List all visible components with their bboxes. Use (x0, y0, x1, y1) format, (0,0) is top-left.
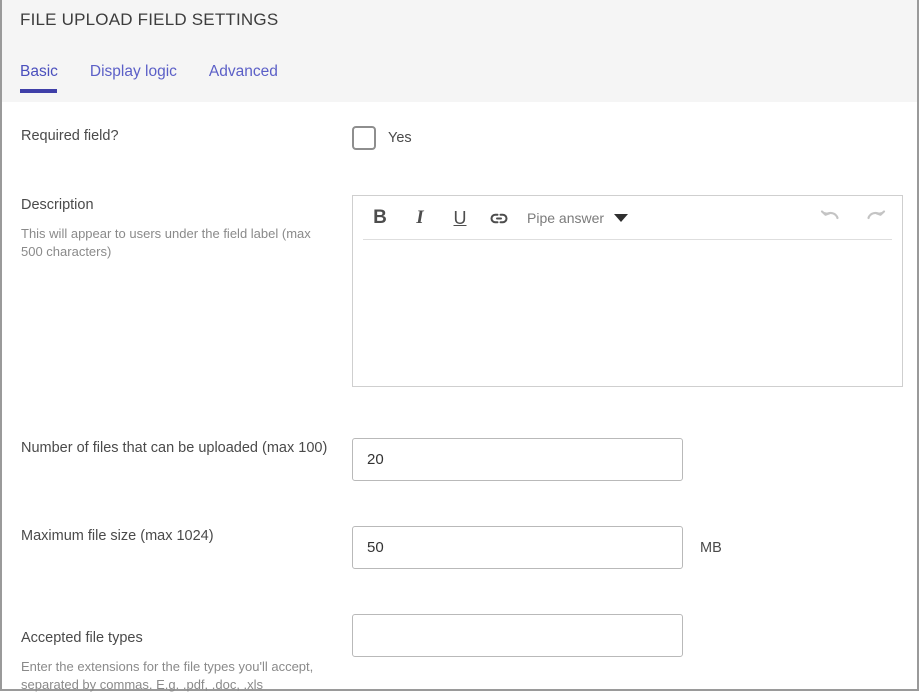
chevron-down-icon (614, 214, 629, 222)
settings-panel: FILE UPLOAD FIELD SETTINGS Basic Display… (0, 0, 919, 694)
row-maximum-file-size: Maximum file size (max 1024) MB (2, 526, 917, 569)
row-description: Description This will appear to users un… (2, 195, 917, 387)
italic-icon[interactable]: I (409, 207, 431, 229)
required-field-label-col: Required field? (21, 126, 352, 146)
row-accepted-file-types: Accepted file types Enter the extensions… (2, 614, 917, 694)
row-required-field: Required field? Yes (2, 126, 917, 150)
description-rich-text-editor[interactable]: B I U Pipe answer (352, 195, 903, 387)
pipe-answer-label: Pipe answer (527, 210, 605, 226)
accepted-file-types-label: Accepted file types (21, 630, 143, 646)
maximum-file-size-unit: MB (700, 539, 722, 556)
required-field-label: Required field? (21, 128, 119, 144)
required-field-checkbox-wrap[interactable]: Yes (352, 126, 412, 150)
bold-icon[interactable]: B (369, 207, 391, 229)
redo-icon[interactable] (862, 206, 888, 230)
editor-toolbar: B I U Pipe answer (353, 196, 902, 240)
undo-icon[interactable] (818, 206, 844, 230)
accepted-file-types-hint: Enter the extensions for the file types … (21, 659, 314, 692)
tab-bar: Basic Display logic Advanced (20, 62, 278, 93)
panel-header: FILE UPLOAD FIELD SETTINGS Basic Display… (2, 0, 917, 102)
page-title: FILE UPLOAD FIELD SETTINGS (20, 10, 279, 29)
pipe-answer-dropdown[interactable]: Pipe answer (527, 210, 629, 226)
number-of-files-control-col (352, 438, 917, 481)
tab-basic[interactable]: Basic (20, 62, 58, 93)
row-number-of-files: Number of files that can be uploaded (ma… (2, 438, 917, 481)
description-editor-area[interactable] (353, 240, 902, 386)
description-control-col: B I U Pipe answer (352, 195, 917, 387)
tab-advanced[interactable]: Advanced (209, 62, 278, 93)
number-of-files-label-col: Number of files that can be uploaded (ma… (21, 438, 352, 458)
required-field-checkbox[interactable] (352, 126, 376, 150)
link-icon[interactable] (487, 206, 511, 230)
description-hint: This will appear to users under the fiel… (21, 226, 311, 259)
maximum-file-size-label-col: Maximum file size (max 1024) (21, 526, 352, 546)
number-of-files-label: Number of files that can be uploaded (ma… (21, 440, 328, 456)
maximum-file-size-input[interactable] (352, 526, 683, 569)
maximum-file-size-control-col: MB (352, 526, 917, 569)
accepted-file-types-input[interactable] (352, 614, 683, 657)
underline-icon[interactable]: U (449, 208, 471, 229)
required-field-checkbox-label: Yes (388, 130, 412, 146)
maximum-file-size-label: Maximum file size (max 1024) (21, 528, 214, 544)
settings-form: Required field? Yes Description This wil… (2, 126, 917, 694)
description-label: Description (21, 197, 94, 213)
accepted-file-types-control-col (352, 614, 917, 657)
accepted-file-types-label-col: Accepted file types Enter the extensions… (21, 614, 352, 694)
tab-display-logic[interactable]: Display logic (90, 62, 177, 93)
description-label-col: Description This will appear to users un… (21, 195, 352, 261)
required-field-control-col: Yes (352, 126, 917, 150)
number-of-files-input[interactable] (352, 438, 683, 481)
